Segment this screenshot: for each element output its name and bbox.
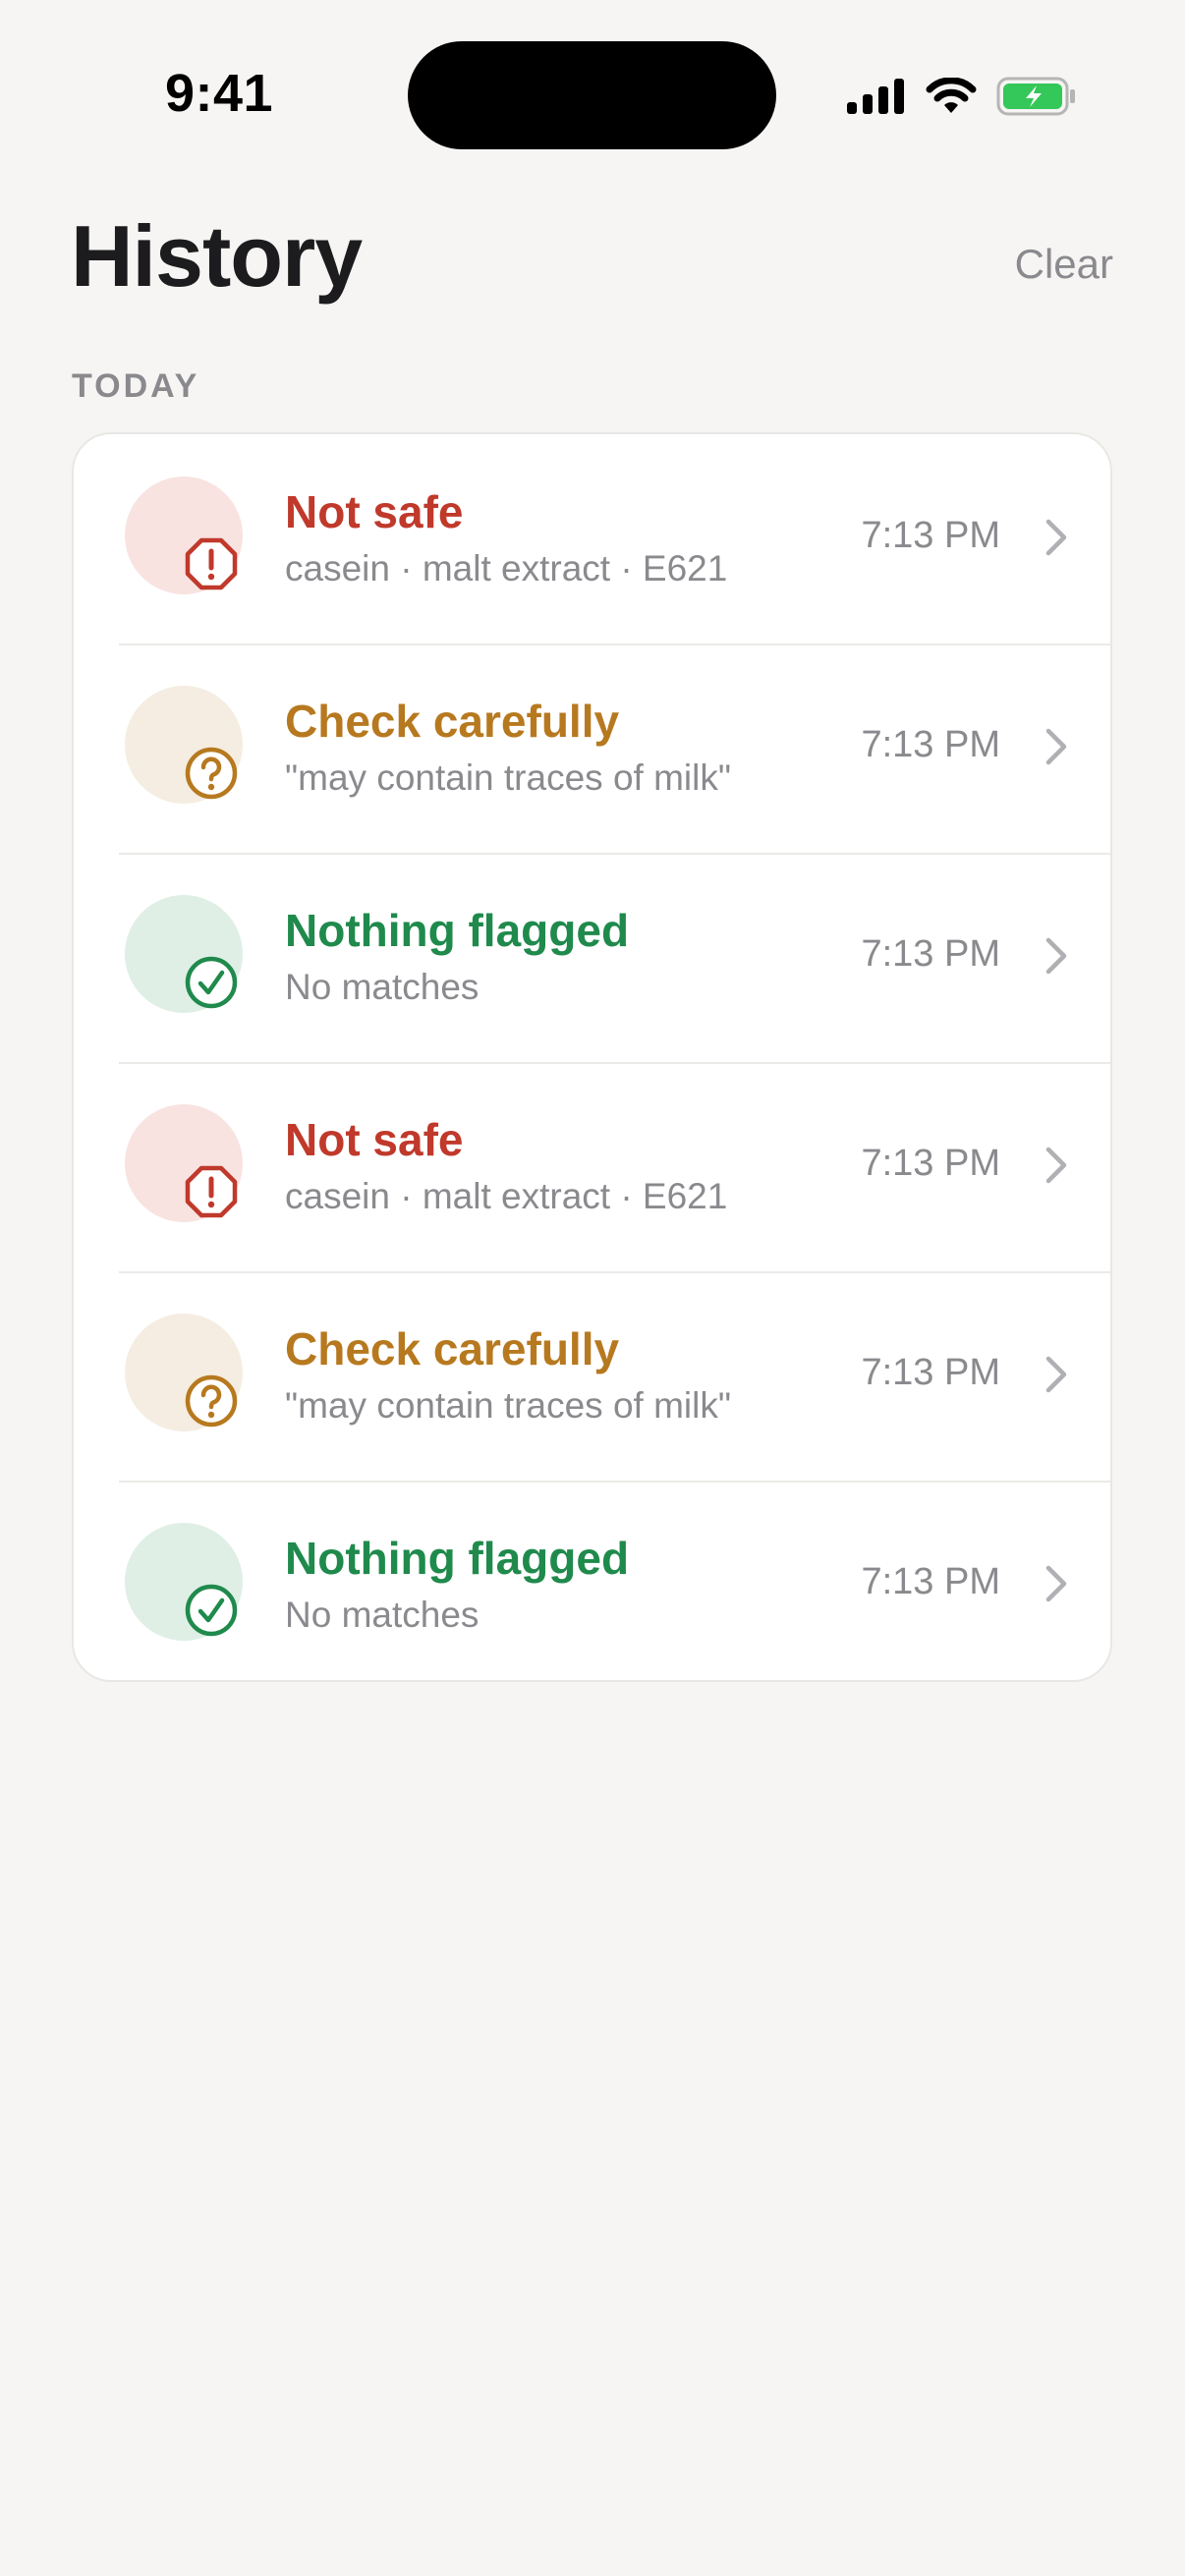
- row-title: Nothing flagged: [285, 1533, 630, 1584]
- chevron-right-icon: [1045, 728, 1067, 765]
- history-list: Not safe casein · malt extract · E621 7:…: [72, 432, 1112, 1682]
- row-title: Check carefully: [285, 696, 620, 747]
- alert-octagon-icon: [185, 537, 238, 590]
- row-time: 7:13 PM: [861, 933, 1000, 975]
- history-row[interactable]: Nothing flagged No matches 7:13 PM: [74, 1481, 1110, 1680]
- row-title: Not safe: [285, 486, 464, 537]
- row-time: 7:13 PM: [861, 1352, 1000, 1393]
- check-circle-icon: [185, 956, 238, 1009]
- section-header-today: TODAY: [72, 367, 200, 405]
- question-circle-icon: [185, 747, 238, 800]
- status-bar: 9:41: [0, 0, 1185, 187]
- check-circle-icon: [185, 1584, 238, 1637]
- row-time: 7:13 PM: [861, 515, 1000, 556]
- history-row[interactable]: Check carefully "may contain traces of m…: [74, 1271, 1110, 1481]
- history-row[interactable]: Not safe casein · malt extract · E621 7:…: [74, 1062, 1110, 1271]
- history-row[interactable]: Nothing flagged No matches 7:13 PM: [74, 853, 1110, 1062]
- battery-charging-icon: [996, 77, 1075, 116]
- navigation-bar: History Clear: [0, 196, 1185, 324]
- status-time: 9:41: [165, 64, 274, 123]
- signal-icon: [847, 79, 904, 114]
- row-title: Not safe: [285, 1114, 464, 1165]
- row-title: Check carefully: [285, 1323, 620, 1374]
- row-subtitle: "may contain traces of milk": [285, 1385, 731, 1426]
- chevron-right-icon: [1045, 1356, 1067, 1393]
- chevron-right-icon: [1045, 1147, 1067, 1184]
- row-time: 7:13 PM: [861, 724, 1000, 765]
- page-title: History: [71, 207, 363, 305]
- row-subtitle: casein · malt extract · E621: [285, 548, 728, 588]
- row-subtitle: No matches: [285, 967, 480, 1007]
- chevron-right-icon: [1045, 937, 1067, 975]
- chevron-right-icon: [1045, 519, 1067, 556]
- row-time: 7:13 PM: [861, 1143, 1000, 1184]
- row-title: Nothing flagged: [285, 905, 630, 956]
- alert-octagon-icon: [185, 1165, 238, 1218]
- history-row[interactable]: Not safe casein · malt extract · E621 7:…: [74, 434, 1110, 644]
- row-subtitle: No matches: [285, 1595, 480, 1635]
- clear-button[interactable]: Clear: [1015, 241, 1113, 288]
- row-subtitle: "may contain traces of milk": [285, 757, 731, 798]
- row-subtitle: casein · malt extract · E621: [285, 1176, 728, 1216]
- wifi-icon: [926, 78, 977, 113]
- history-row[interactable]: Check carefully "may contain traces of m…: [74, 644, 1110, 853]
- dynamic-island: [408, 41, 776, 149]
- row-time: 7:13 PM: [861, 1561, 1000, 1602]
- chevron-right-icon: [1045, 1565, 1067, 1602]
- question-circle-icon: [185, 1374, 238, 1428]
- status-icons: [847, 69, 1077, 124]
